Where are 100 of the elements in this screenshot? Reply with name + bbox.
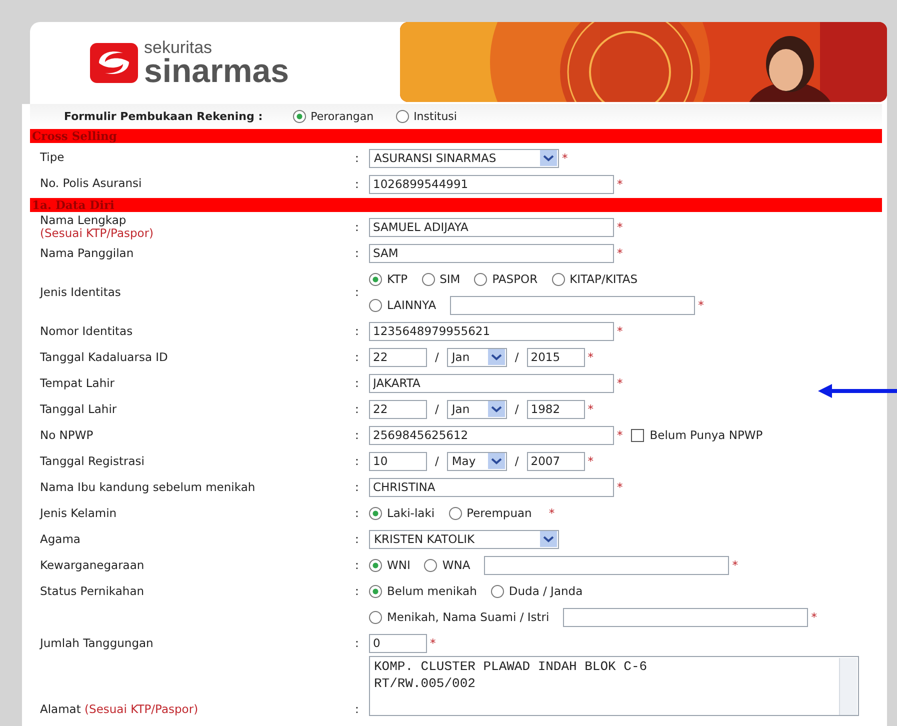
field-label: Alamat (40, 702, 81, 716)
text-field[interactable] (484, 556, 730, 575)
text-field[interactable]: 1026899544991 (369, 174, 614, 194)
text-field[interactable]: SAMUEL ADIJAYA (369, 218, 614, 237)
field-note: (Sesuai KTP/Paspor) (40, 227, 155, 240)
radio-button[interactable] (369, 558, 382, 572)
colon: : (355, 506, 359, 520)
field-note: (Sesuai KTP/Paspor) (84, 702, 198, 716)
text-field[interactable] (563, 608, 808, 627)
year-field[interactable]: 1982 (526, 400, 585, 419)
radio-button[interactable] (369, 506, 382, 520)
radio-button[interactable] (422, 272, 435, 286)
text-field[interactable] (450, 296, 696, 315)
field-label: Tanggal Lahir (40, 402, 118, 416)
radio-button[interactable] (424, 558, 438, 572)
section-header: Cross Selling (30, 129, 882, 143)
colon: : (355, 702, 359, 716)
colon: : (355, 376, 359, 390)
logo-title: sinarmas (144, 54, 289, 87)
field-label: Nama Lengkap (40, 214, 128, 228)
year-field[interactable]: 2007 (526, 452, 585, 471)
chevron-down-icon (488, 453, 505, 470)
radio-label: Perorangan (310, 110, 374, 122)
field-label: Nama Ibu kandung sebelum menikah (40, 480, 256, 494)
field-label: Nomor Identitas (40, 324, 134, 338)
colon: : (355, 428, 359, 442)
radio-label: KTP (387, 272, 408, 286)
radio-label: Menikah, Nama Suami / Istri (387, 610, 550, 624)
chevron-down-icon (488, 401, 505, 418)
required-mark: * (698, 298, 704, 312)
date-separator: / (435, 454, 439, 468)
section-header: 1a. Data Diri (30, 198, 882, 212)
chevron-down-icon (540, 150, 557, 166)
required-mark: * (811, 610, 817, 624)
month-dropdown[interactable]: Jan (446, 400, 507, 419)
colon: : (355, 532, 359, 546)
colon: : (355, 636, 359, 650)
colon: : (355, 177, 359, 191)
field-label: Tanggal Registrasi (40, 454, 146, 468)
month-dropdown[interactable]: Jan (446, 348, 507, 367)
required-mark: * (617, 324, 623, 338)
logo-subtitle: sekuritas (144, 39, 214, 56)
text-field[interactable]: SAM (369, 244, 614, 263)
field-label: No. Polis Asuransi (40, 177, 143, 191)
day-field[interactable]: 10 (369, 452, 427, 471)
address-field[interactable]: KOMP. CLUSTER PLAWAD INDAH BLOK C-6 RT/RW.005/002 (369, 656, 859, 716)
date-separator: / (435, 350, 439, 364)
radio-label: SIM (440, 272, 460, 286)
required-mark: * (588, 350, 594, 364)
dropdown[interactable]: ASURANSI SINARMAS (369, 148, 559, 168)
text-field[interactable]: 1235648979955621 (369, 322, 614, 341)
radio-button[interactable] (552, 272, 565, 286)
radio-button[interactable] (369, 610, 382, 624)
radio-button[interactable] (292, 110, 306, 122)
date-separator: / (514, 454, 519, 468)
text-field[interactable]: 2569845625612 (369, 426, 614, 445)
required-mark: * (617, 376, 623, 390)
field-label: Status Pernikahan (40, 584, 146, 598)
field-label: Tipe (40, 151, 66, 165)
radio-label: Institusi (414, 110, 457, 122)
radio-label: KITAP/KITAS (570, 272, 638, 286)
colon: : (355, 454, 359, 468)
radio-button[interactable] (369, 298, 382, 312)
radio-button[interactable] (474, 272, 488, 286)
radio-button[interactable] (448, 506, 462, 520)
field-label: No NPWP (40, 428, 94, 442)
required-mark: * (617, 246, 623, 260)
date-separator: / (514, 350, 519, 364)
checkbox[interactable] (630, 428, 644, 442)
colon: : (355, 324, 359, 338)
text-field[interactable]: 0 (369, 634, 427, 653)
date-separator: / (514, 402, 519, 416)
required-mark: * (588, 402, 594, 416)
radio-button[interactable] (490, 584, 504, 598)
day-field[interactable]: 22 (369, 348, 427, 367)
month-dropdown[interactable]: May (446, 452, 507, 471)
colon: : (355, 246, 359, 260)
required-mark: * (548, 506, 555, 520)
field-label: Jenis Kelamin (40, 506, 118, 520)
date-separator: / (435, 402, 439, 416)
radio-label: Laki-laki (387, 506, 435, 520)
day-field[interactable]: 22 (369, 400, 427, 419)
radio-button[interactable] (396, 110, 409, 122)
required-mark: * (732, 558, 738, 572)
radio-label: WNA (442, 558, 470, 572)
logo-icon (90, 43, 138, 83)
field-label: Nama Panggilan (40, 246, 135, 260)
scrollbar[interactable] (839, 658, 857, 716)
colon: : (355, 402, 359, 416)
radio-button[interactable] (369, 584, 382, 598)
dropdown[interactable]: KRISTEN KATOLIK (369, 530, 559, 549)
form-type-label: Formulir Pembukaan Rekening : (64, 110, 263, 122)
field-label: Agama (40, 532, 82, 546)
text-field[interactable]: CHRISTINA (369, 478, 614, 497)
colon: : (355, 350, 359, 364)
radio-label: Perempuan (466, 506, 532, 520)
radio-button[interactable] (369, 272, 382, 286)
arrow-icon (818, 384, 897, 398)
year-field[interactable]: 2015 (526, 348, 585, 367)
chevron-down-icon (488, 349, 505, 366)
